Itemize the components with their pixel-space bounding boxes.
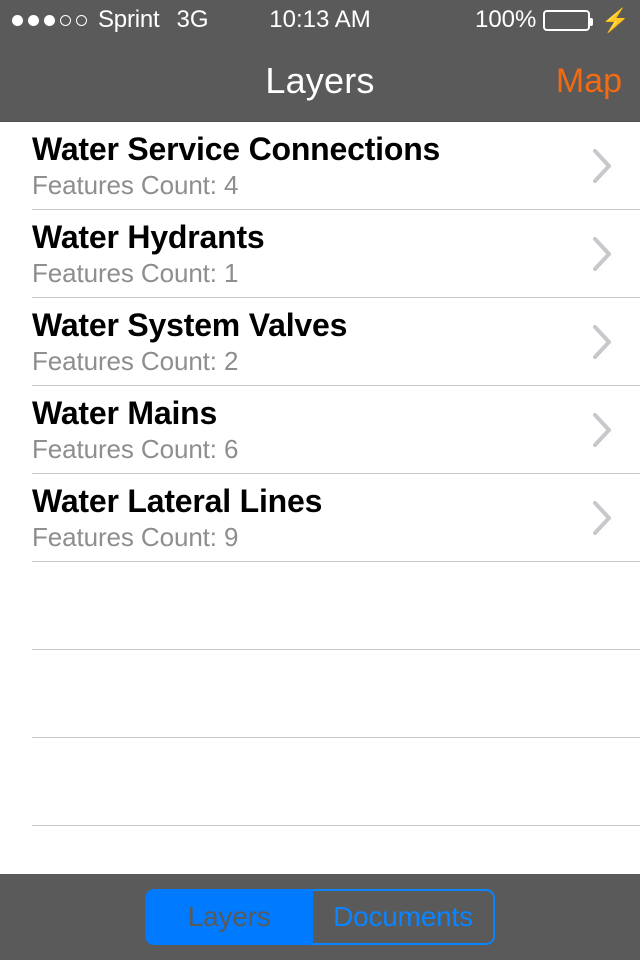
charging-bolt-icon: ⚡: [601, 6, 630, 33]
empty-table-row: [0, 650, 640, 738]
map-button[interactable]: Map: [556, 40, 622, 122]
layer-feature-count: Features Count: 2: [32, 346, 239, 377]
layer-feature-count: Features Count: 6: [32, 434, 239, 465]
chevron-right-icon: [592, 147, 614, 185]
clock-label: 10:13 AM: [269, 6, 371, 33]
chevron-right-icon: [592, 235, 614, 273]
table-row[interactable]: Water Hydrants Features Count: 1: [0, 210, 640, 298]
battery-percent-label: 100%: [474, 6, 537, 33]
empty-table-row: [0, 738, 640, 826]
empty-table-row: [0, 562, 640, 650]
table-row[interactable]: Water Mains Features Count: 6: [0, 386, 640, 474]
chevron-right-icon: [592, 323, 614, 361]
table-row[interactable]: Water Service Connections Features Count…: [0, 122, 640, 210]
status-bar-right: 100% ⚡: [475, 0, 630, 40]
navigation-bar: Layers Map: [0, 40, 640, 122]
layer-title: Water Hydrants: [32, 218, 265, 255]
segment-layers-label: Layers: [187, 901, 271, 932]
nav-title-label: Layers: [265, 60, 375, 101]
chevron-right-icon: [592, 411, 614, 449]
empty-table-row: [0, 826, 640, 874]
row-content: Water Mains Features Count: 6: [32, 386, 640, 474]
battery-nub: [590, 17, 594, 26]
row-content: Water Lateral Lines Features Count: 9: [32, 474, 640, 562]
table-row[interactable]: Water Lateral Lines Features Count: 9: [0, 474, 640, 562]
layer-title: Water Mains: [32, 394, 218, 431]
layer-feature-count: Features Count: 1: [32, 258, 239, 289]
segmented-control[interactable]: Layers Documents: [145, 889, 495, 945]
segment-layers[interactable]: Layers: [145, 889, 314, 945]
layers-table[interactable]: Water Service Connections Features Count…: [0, 122, 640, 874]
layer-title: Water System Valves: [32, 306, 348, 343]
segment-documents-label: Documents: [333, 901, 473, 932]
row-content: Water System Valves Features Count: 2: [32, 298, 640, 386]
row-content: Water Hydrants Features Count: 1: [32, 210, 640, 298]
battery-icon: [543, 9, 594, 31]
bottom-toolbar: Layers Documents: [0, 874, 640, 960]
layer-title: Water Lateral Lines: [32, 482, 323, 519]
table-row[interactable]: Water System Valves Features Count: 2: [0, 298, 640, 386]
phone-screen: Sprint 3G 10:13 AM 100% ⚡ Layers Map Wat…: [0, 0, 640, 960]
page-title: Layers: [0, 40, 640, 122]
layer-feature-count: Features Count: 4: [32, 170, 239, 201]
row-content: Water Service Connections Features Count…: [32, 122, 640, 210]
map-button-label: Map: [555, 61, 622, 100]
layer-feature-count: Features Count: 9: [32, 522, 239, 553]
chevron-right-icon: [592, 499, 614, 537]
layer-title: Water Service Connections: [32, 130, 441, 167]
status-bar: Sprint 3G 10:13 AM 100% ⚡: [0, 0, 640, 40]
segment-documents[interactable]: Documents: [313, 889, 495, 945]
